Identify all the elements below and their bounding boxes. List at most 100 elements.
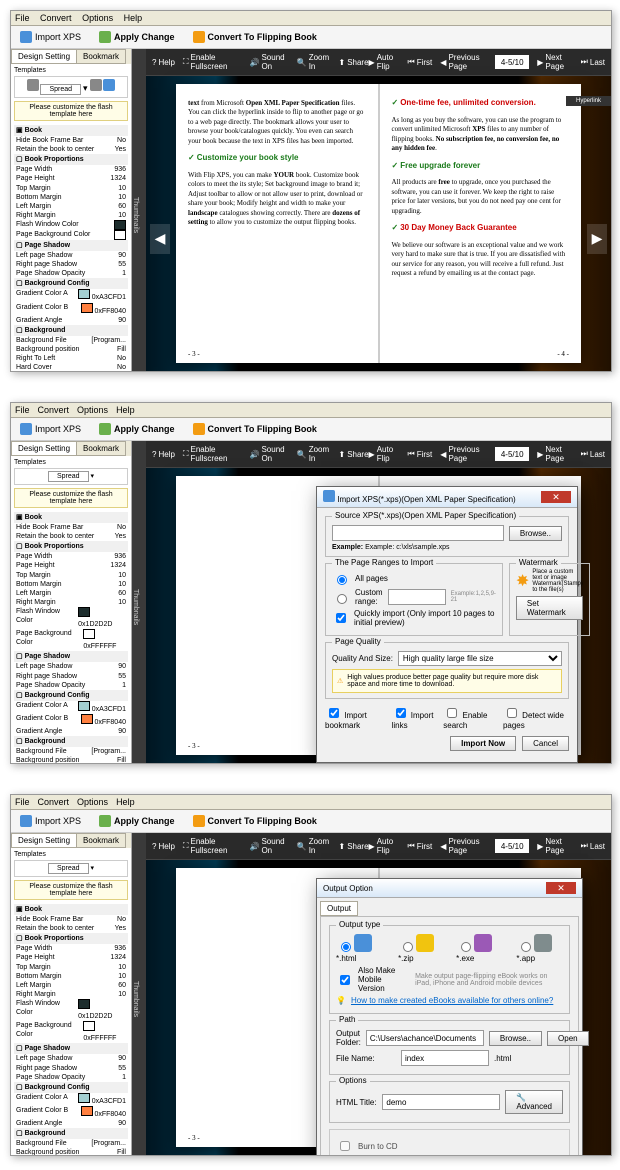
ranges-label: The Page Ranges to Import: [332, 558, 436, 567]
menu-options[interactable]: Options: [82, 13, 113, 23]
howto-link[interactable]: How to make created eBooks available for…: [351, 996, 553, 1005]
burn-cd-checkbox[interactable]: [340, 1141, 350, 1151]
nav-left-icon[interactable]: ◀: [150, 224, 170, 254]
menubar: File Convert Options Help: [11, 11, 611, 26]
menu-file[interactable]: File: [15, 13, 30, 23]
template-pick-icon[interactable]: [90, 79, 102, 91]
import-links-checkbox[interactable]: [396, 708, 406, 718]
toolbar: Import XPS Apply Change Convert To Flipp…: [11, 26, 611, 49]
template-dropdown-icon[interactable]: ▾: [83, 83, 88, 93]
fullscreen-button[interactable]: ⛶ Enable Fullscreen: [183, 53, 242, 71]
template-spread[interactable]: Spread: [40, 84, 81, 95]
source-input[interactable]: [332, 525, 504, 541]
first-button[interactable]: ⏮ First: [408, 57, 433, 67]
help-button[interactable]: ? Help: [152, 58, 175, 67]
apply-change-button[interactable]: Apply Change: [95, 421, 179, 437]
templates-label: Templates: [14, 67, 128, 74]
browse-button[interactable]: Browse..: [489, 1031, 542, 1046]
quality-label: Page Quality: [332, 637, 384, 646]
app-icon: [534, 934, 552, 952]
convert-icon: [193, 31, 205, 43]
example-text: Example: Example: c:\xls\sample.xps: [332, 544, 562, 551]
html-title-input[interactable]: [382, 1094, 500, 1110]
import-icon: [20, 31, 32, 43]
zoom-button[interactable]: 🔍 Zoom In: [297, 53, 331, 71]
tab-bookmark[interactable]: Bookmark: [76, 49, 126, 64]
share-button[interactable]: ⬆ Share: [338, 58, 368, 67]
group-shadow[interactable]: ▢ Page Shadow: [14, 240, 128, 251]
next-button[interactable]: ▶ Next Page: [537, 53, 572, 71]
options-label: Options: [336, 1076, 370, 1085]
quick-import-checkbox[interactable]: [336, 613, 346, 623]
apply-icon: [99, 31, 111, 43]
html-radio[interactable]: *.html: [336, 934, 384, 963]
app-radio[interactable]: *.app: [516, 934, 563, 963]
all-pages-radio[interactable]: [337, 575, 347, 585]
template-prev-icon[interactable]: [27, 79, 39, 91]
set-watermark-button[interactable]: Set Watermark: [516, 596, 583, 620]
custom-range-radio[interactable]: [337, 594, 347, 604]
enable-search-checkbox[interactable]: [447, 708, 457, 718]
menu-convert[interactable]: Convert: [40, 13, 72, 23]
custom-range-input[interactable]: [388, 589, 446, 605]
convert-button[interactable]: Convert To Flipping Book: [189, 29, 321, 45]
group-proportions[interactable]: ▢ Book Proportions: [14, 154, 128, 165]
advanced-button[interactable]: 🔧 Advanced: [505, 1090, 563, 1114]
exe-radio[interactable]: *.exe: [456, 934, 502, 963]
exe-icon: [474, 934, 492, 952]
dialog-title: Output Option: [323, 884, 373, 893]
mobile-checkbox[interactable]: [340, 975, 350, 985]
page-heading: ✓One-time fee, unlimited conversion.: [392, 98, 570, 109]
convert-button[interactable]: Convert To Flipping Book: [189, 421, 321, 437]
open-button[interactable]: Open: [547, 1031, 589, 1046]
import-icon: [323, 490, 335, 502]
prev-button[interactable]: ◀ Previous Page: [440, 53, 487, 71]
app-window-2: FileConvertOptionsHelp Import XPS Apply …: [10, 402, 612, 764]
page-right: ✓One-time fee, unlimited conversion. As …: [380, 84, 582, 363]
group-bgconf[interactable]: ▢ Background Config: [14, 278, 128, 289]
quality-select[interactable]: High quality large file size: [398, 651, 562, 666]
convert-button[interactable]: Convert To Flipping Book: [189, 813, 321, 829]
import-xps-button[interactable]: Import XPS: [16, 813, 85, 829]
group-book[interactable]: ▣ Book: [14, 125, 128, 136]
zip-radio[interactable]: *.zip: [398, 934, 442, 963]
customize-banner: Please customize the flash template here: [14, 101, 128, 121]
apply-change-button[interactable]: Apply Change: [95, 813, 179, 829]
last-button[interactable]: ⏭ Last: [581, 57, 605, 67]
import-now-button[interactable]: Import Now: [450, 736, 516, 751]
color-swatch[interactable]: [114, 230, 126, 240]
dialog-title: Import XPS(*.xps)(Open XML Paper Specifi…: [337, 495, 515, 504]
output-folder-input[interactable]: [366, 1030, 484, 1046]
page-text: With Flip XPS, you can make YOUR book. C…: [188, 171, 366, 228]
detect-wide-checkbox[interactable]: [507, 708, 517, 718]
tab-output[interactable]: Output: [320, 901, 358, 916]
page-heading: ✓Free upgrade forever: [392, 161, 570, 172]
settings-sidebar: Design Setting Bookmark Templates Spread…: [11, 49, 132, 371]
cancel-button[interactable]: Cancel: [522, 736, 569, 751]
import-xps-button[interactable]: Import XPS: [16, 421, 85, 437]
page-input[interactable]: [495, 55, 529, 69]
template-save-icon[interactable]: [103, 79, 115, 91]
import-dialog: Import XPS(*.xps)(Open XML Paper Specifi…: [316, 486, 578, 763]
thumbnails-tab[interactable]: Thumbnails: [132, 197, 139, 233]
tab-design[interactable]: Design Setting: [11, 49, 77, 64]
page-heading: ✓Customize your book style: [188, 153, 366, 164]
group-bg[interactable]: ▢ Background: [14, 325, 128, 336]
color-swatch[interactable]: [114, 220, 126, 230]
import-xps-button[interactable]: Import XPS: [16, 29, 85, 45]
menu-help[interactable]: Help: [124, 13, 143, 23]
browse-button[interactable]: Browse..: [509, 526, 562, 541]
help-icon: 💡: [336, 996, 346, 1005]
page-left: text from Microsoft Open XML Paper Speci…: [176, 84, 380, 363]
apply-change-button[interactable]: Apply Change: [95, 29, 179, 45]
autoflip-button[interactable]: ▶ Auto Flip: [369, 53, 400, 71]
import-bookmark-checkbox[interactable]: [329, 708, 339, 718]
close-icon[interactable]: ✕: [541, 491, 571, 503]
sound-button[interactable]: 🔊 Sound On: [249, 53, 288, 71]
filename-input[interactable]: [401, 1050, 489, 1066]
close-icon[interactable]: ✕: [546, 882, 576, 894]
output-dialog: Output Option✕ Output Output type *.html…: [316, 878, 583, 1155]
page-heading: ✓30 Day Money Back Guarantee: [392, 223, 570, 234]
nav-right-icon[interactable]: ▶: [587, 224, 607, 254]
watermark-label: Watermark: [516, 558, 561, 567]
